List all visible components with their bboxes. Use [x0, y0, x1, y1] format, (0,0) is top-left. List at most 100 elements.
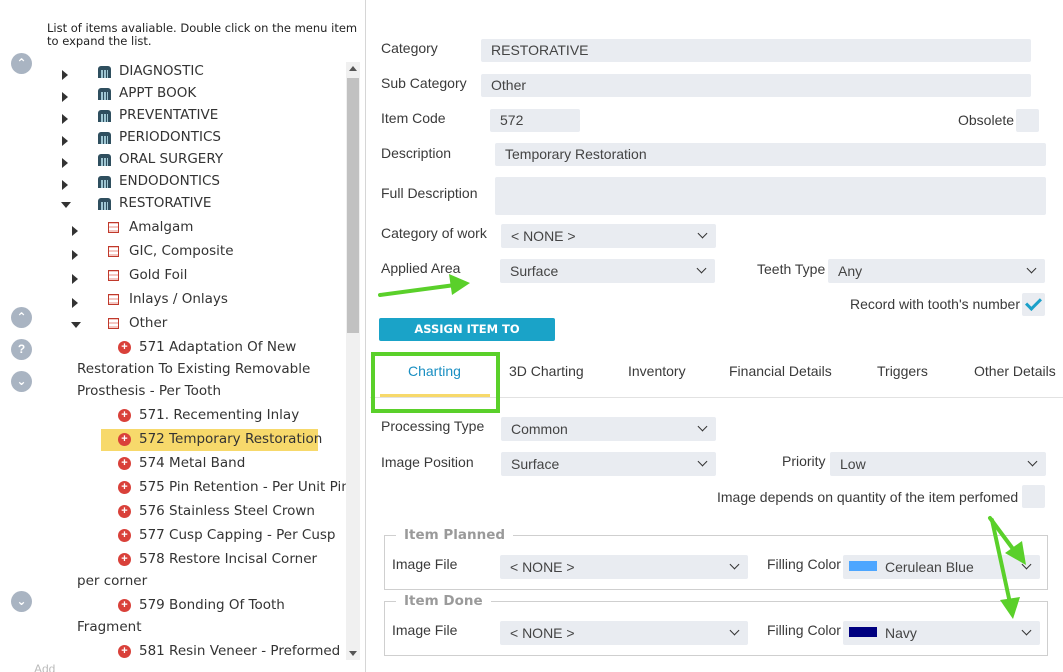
- tree-subcategory-label[interactable]: Inlays / Onlays: [129, 288, 228, 310]
- expand-arrow-icon[interactable]: [62, 180, 68, 190]
- tree-category-label[interactable]: ENDODONTICS: [119, 170, 220, 192]
- tree-scrollbar[interactable]: [346, 62, 360, 660]
- tree-item-label[interactable]: 579 Bonding Of Tooth Fragment: [77, 594, 317, 638]
- expand-arrow-icon[interactable]: [72, 274, 78, 284]
- sub-category-field[interactable]: Other: [481, 74, 1031, 97]
- tab-3d-charting[interactable]: 3D Charting: [509, 363, 584, 379]
- tree-category-label[interactable]: DIAGNOSTIC: [119, 60, 204, 82]
- done-image-file-value: < NONE >: [510, 625, 575, 641]
- expand-all-icon[interactable]: ⌃: [11, 53, 32, 74]
- expand-arrow-icon[interactable]: [62, 70, 68, 80]
- tree-category-label[interactable]: PERIODONTICS: [119, 126, 221, 148]
- item-code-field[interactable]: 572: [490, 109, 580, 132]
- add-item-icon: +: [118, 645, 131, 658]
- tab-inventory[interactable]: Inventory: [628, 363, 686, 379]
- tree-item-label[interactable]: 571. Recementing Inlay: [139, 404, 299, 426]
- expand-arrow-icon[interactable]: [62, 158, 68, 168]
- tree-item-label[interactable]: 581 Resin Veneer - Preformed: [139, 640, 340, 662]
- tree-category-label[interactable]: PREVENTATIVE: [119, 104, 218, 126]
- planned-filling-color-select[interactable]: Cerulean Blue: [843, 555, 1040, 579]
- planned-image-file-select[interactable]: < NONE >: [500, 555, 748, 579]
- collapse-all-icon[interactable]: ⌄: [11, 591, 32, 612]
- collapse-arrow-icon[interactable]: [71, 322, 81, 328]
- annotation-highlight-box: [371, 352, 500, 413]
- tree-category-label[interactable]: RESTORATIVE: [119, 192, 211, 214]
- tree-item-label[interactable]: 576 Stainless Steel Crown: [139, 500, 315, 522]
- chevron-down-icon: [1027, 456, 1038, 467]
- teeth-type-label: Teeth Type: [757, 261, 826, 277]
- tree-subcategory-label[interactable]: Other: [129, 312, 167, 334]
- done-filling-color-value: Navy: [885, 625, 917, 641]
- move-down-icon[interactable]: ⌄: [11, 371, 32, 392]
- chevron-down-icon: [697, 456, 708, 467]
- add-item-icon: +: [118, 505, 131, 518]
- done-image-file-label: Image File: [392, 622, 458, 638]
- applied-area-label: Applied Area: [381, 260, 461, 276]
- annotation-arrow-applied-area: [378, 283, 457, 297]
- tree-item-label[interactable]: 578 Restore Incisal Corner per corner: [77, 548, 342, 592]
- tab-financial-details[interactable]: Financial Details: [729, 363, 832, 379]
- done-image-file-select[interactable]: < NONE >: [500, 621, 748, 645]
- help-icon[interactable]: ?: [11, 339, 32, 360]
- chevron-down-icon: [1021, 625, 1032, 636]
- processing-type-value: Common: [511, 421, 568, 437]
- image-depends-label: Image depends on quantity of the item pe…: [717, 489, 1019, 505]
- expand-arrow-icon[interactable]: [62, 92, 68, 102]
- category-field[interactable]: RESTORATIVE: [481, 39, 1031, 62]
- priority-value: Low: [840, 456, 866, 472]
- done-filling-color-select[interactable]: Navy: [843, 621, 1040, 645]
- tab-triggers[interactable]: Triggers: [877, 363, 928, 379]
- image-position-value: Surface: [511, 456, 560, 472]
- folder-icon: [98, 110, 111, 122]
- planned-filling-color-value: Cerulean Blue: [885, 559, 974, 575]
- processing-type-label: Processing Type: [381, 418, 485, 434]
- tree-subcategory-label[interactable]: GIC, Composite: [129, 240, 234, 262]
- tree-category-label[interactable]: APPT BOOK: [119, 82, 196, 104]
- image-position-select[interactable]: Surface: [501, 452, 716, 476]
- tree-item-label[interactable]: 572 Temporary Restoration: [139, 428, 322, 450]
- expand-arrow-icon[interactable]: [72, 298, 78, 308]
- expand-arrow-icon[interactable]: [62, 136, 68, 146]
- scroll-thumb[interactable]: [347, 78, 359, 333]
- tree-item-label[interactable]: 577 Cusp Capping - Per Cusp: [139, 524, 336, 546]
- tree-item-label[interactable]: 574 Metal Band: [139, 452, 245, 474]
- folder-icon: [98, 198, 111, 210]
- obsolete-checkbox[interactable]: [1016, 109, 1039, 132]
- collapse-arrow-icon[interactable]: [61, 202, 71, 208]
- category-of-work-select[interactable]: < NONE >: [501, 224, 716, 248]
- tab-other-details[interactable]: Other Details: [974, 363, 1056, 379]
- description-field[interactable]: Temporary Restoration: [495, 143, 1046, 166]
- description-label: Description: [381, 145, 452, 161]
- list-icon: [108, 246, 119, 257]
- expand-arrow-icon[interactable]: [62, 114, 68, 124]
- folder-icon: [98, 154, 111, 166]
- tree-subcategory-label[interactable]: Gold Foil: [129, 264, 187, 286]
- applied-area-select[interactable]: Surface: [500, 259, 715, 283]
- assign-item-to-location-button[interactable]: ASSIGN ITEM TO LOCATION...: [379, 318, 555, 359]
- record-with-tooth-checkbox[interactable]: [1022, 293, 1045, 316]
- teeth-type-select[interactable]: Any: [828, 259, 1045, 283]
- folder-icon: [98, 176, 111, 188]
- planned-image-file-label: Image File: [392, 556, 458, 572]
- tree-subcategory-label[interactable]: Amalgam: [129, 216, 193, 238]
- folder-icon: [98, 88, 111, 100]
- chevron-down-icon: [696, 263, 707, 274]
- image-depends-checkbox[interactable]: [1022, 485, 1045, 508]
- planned-image-file-value: < NONE >: [510, 559, 575, 575]
- processing-type-select[interactable]: Common: [501, 417, 716, 441]
- move-up-icon[interactable]: ⌃: [11, 307, 32, 328]
- tree-category-label[interactable]: ORAL SURGERY: [119, 148, 223, 170]
- expand-arrow-icon[interactable]: [72, 226, 78, 236]
- full-description-field[interactable]: [495, 177, 1046, 215]
- tree-item-label[interactable]: 571 Adaptation Of New Restoration To Exi…: [77, 336, 317, 402]
- color-swatch: [849, 561, 877, 571]
- priority-select[interactable]: Low: [830, 452, 1046, 476]
- record-with-tooth-label: Record with tooth's number: [850, 296, 1020, 312]
- obsolete-label: Obsolete: [958, 112, 1015, 128]
- checkmark-icon: [1025, 294, 1042, 311]
- scroll-down-icon[interactable]: [349, 651, 357, 656]
- tree-item-label[interactable]: 575 Pin Retention - Per Unit Pin: [139, 476, 350, 498]
- scroll-up-icon[interactable]: [349, 66, 357, 71]
- expand-arrow-icon[interactable]: [72, 250, 78, 260]
- tree-hint-text: List of items avaliable. Double click on…: [47, 21, 358, 48]
